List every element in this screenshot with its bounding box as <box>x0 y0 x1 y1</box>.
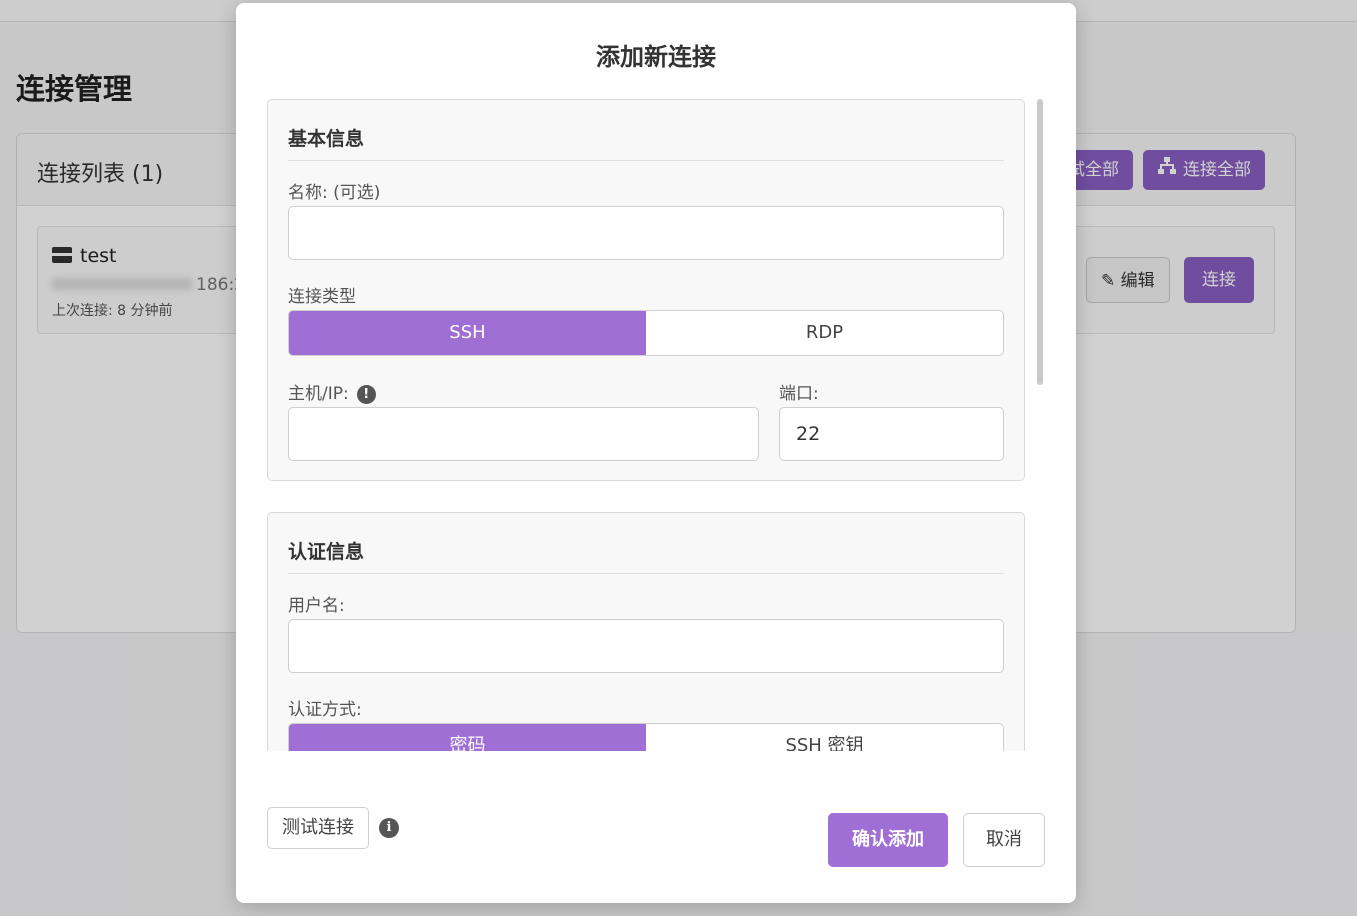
add-connection-modal: 添加新连接 基本信息 名称: (可选) 连接类型 SSH RDP 主机/IP:!… <box>236 3 1076 903</box>
modal-title: 添加新连接 <box>596 43 716 71</box>
username-input[interactable] <box>288 619 1004 673</box>
divider <box>288 573 1004 574</box>
cancel-button[interactable]: 取消 <box>963 813 1045 867</box>
host-label: 主机/IP:! <box>288 379 376 404</box>
auth-option-ssh-key[interactable]: SSH 密钥 <box>646 724 1003 751</box>
username-label: 用户名: <box>288 596 345 616</box>
port-label: 端口: <box>779 384 819 404</box>
auth-info-title: 认证信息 <box>288 541 365 563</box>
auth-method-toggle: 密码 SSH 密钥 <box>288 723 1004 751</box>
info-icon[interactable]: i <box>379 818 399 838</box>
port-input[interactable]: 22 <box>779 407 1004 461</box>
basic-info-title: 基本信息 <box>288 128 365 150</box>
basic-info-section: 基本信息 名称: (可选) 连接类型 SSH RDP 主机/IP:! 端口: 2… <box>267 99 1025 481</box>
divider <box>288 160 1004 161</box>
connection-type-toggle: SSH RDP <box>288 310 1004 356</box>
type-option-ssh[interactable]: SSH <box>289 311 646 355</box>
exclamation-icon[interactable]: ! <box>356 385 376 404</box>
auth-method-label: 认证方式: <box>288 700 362 720</box>
name-input[interactable] <box>288 206 1004 260</box>
confirm-add-button[interactable]: 确认添加 <box>828 813 948 867</box>
test-connection-button[interactable]: 测试连接 <box>267 807 369 849</box>
type-option-rdp[interactable]: RDP <box>646 311 1003 355</box>
type-label: 连接类型 <box>288 287 356 307</box>
scrollbar-thumb[interactable] <box>1037 99 1043 385</box>
modal-body: 基本信息 名称: (可选) 连接类型 SSH RDP 主机/IP:! 端口: 2… <box>236 99 1076 751</box>
auth-info-section: 认证信息 用户名: 认证方式: 密码 SSH 密钥 <box>267 512 1025 751</box>
name-label: 名称: (可选) <box>288 183 381 203</box>
host-input[interactable] <box>288 407 759 461</box>
auth-option-password[interactable]: 密码 <box>289 724 646 751</box>
